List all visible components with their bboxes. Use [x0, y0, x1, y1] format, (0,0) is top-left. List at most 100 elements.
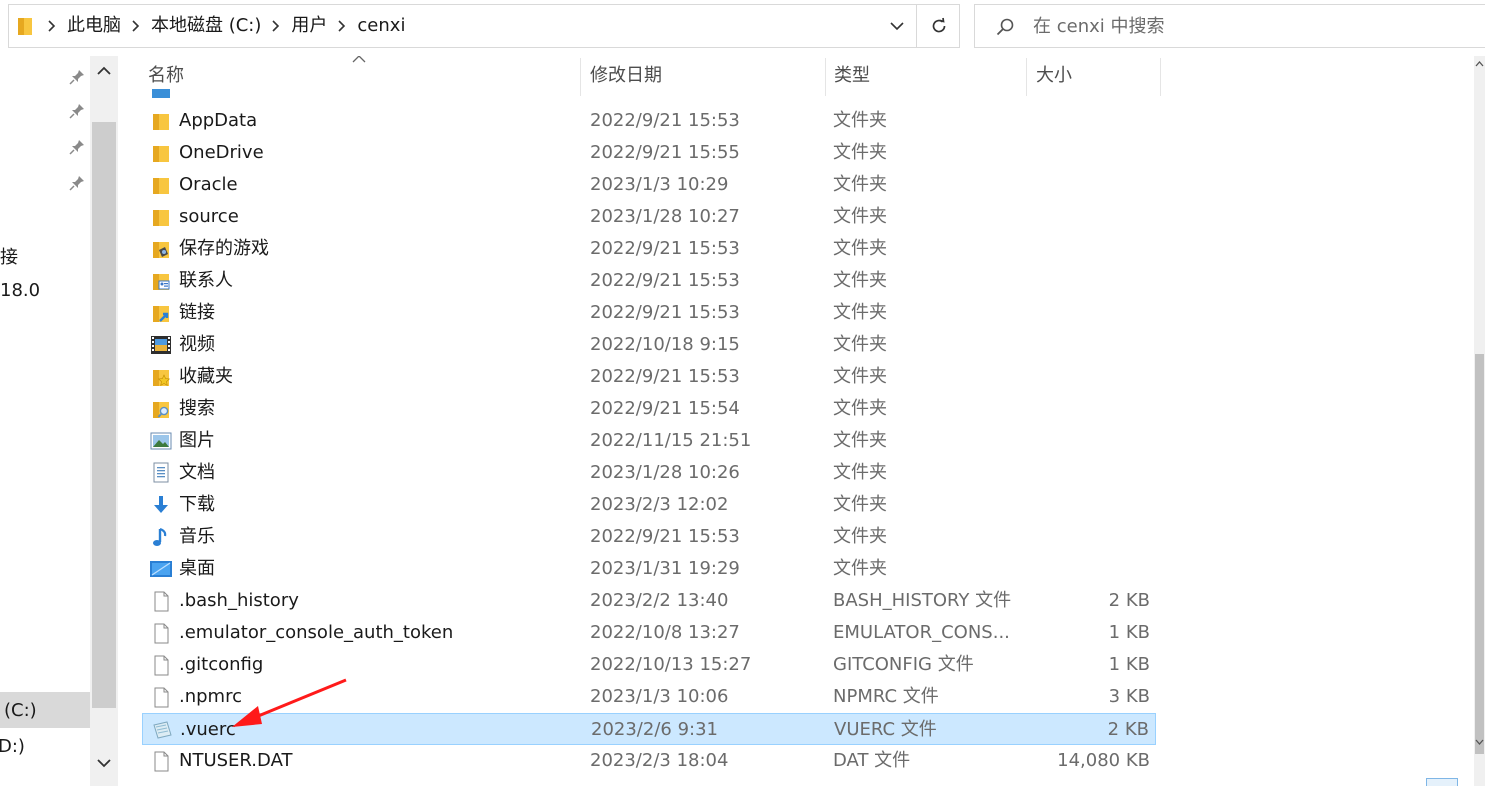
chevron-right-icon[interactable]: [265, 5, 287, 47]
nav-item-version[interactable]: 18.0: [0, 280, 40, 301]
file-date: 2023/1/31 19:29: [590, 558, 740, 579]
file-row[interactable]: .gitconfig 2022/10/13 15:27 GITCONFIG 文件 1 …: [142, 649, 1156, 681]
file-row[interactable]: .npmrc 2023/1/3 10:06 NPMRC 文件 3 KB: [142, 681, 1156, 713]
file-date: 2022/10/8 13:27: [590, 622, 740, 643]
nav-item-drive-c[interactable]: (C:): [4, 700, 37, 721]
file-size: 2 KB: [1108, 590, 1150, 611]
chevron-down-icon: [890, 22, 904, 31]
file-row[interactable]: source 2023/1/28 10:27 文件夹: [142, 201, 1156, 233]
file-list-scroll-thumb[interactable]: [1475, 354, 1484, 754]
file-date: 2022/9/21 15:53: [590, 238, 740, 259]
column-size[interactable]: 大小: [1016, 56, 1152, 96]
pin-icon[interactable]: [68, 68, 86, 86]
file-row[interactable]: 搜索 2022/9/21 15:54 文件夹: [142, 393, 1156, 425]
file-list: AppData 2022/9/21 15:53 文件夹 OneDrive 2022/9/…: [128, 56, 1474, 786]
file-row[interactable]: AppData 2022/9/21 15:53 文件夹: [142, 105, 1156, 137]
pictures-folder-icon: [150, 432, 172, 450]
file-date: 2023/2/2 13:40: [590, 590, 729, 611]
file-size: 3 KB: [1108, 686, 1150, 707]
file-date: 2022/9/21 15:54: [590, 398, 740, 419]
file-name: 下载: [179, 494, 215, 515]
file-date: 2022/9/21 15:53: [590, 302, 740, 323]
file-size: 1 KB: [1108, 654, 1150, 675]
file-row[interactable]: 图片 2022/11/15 21:51 文件夹: [142, 425, 1156, 457]
folder-icon: [153, 178, 169, 194]
pin-icon[interactable]: [68, 174, 86, 192]
chevron-up-icon: [97, 66, 111, 75]
file-row[interactable]: 音乐 2022/9/21 15:53 文件夹: [142, 521, 1156, 553]
file-type: 文件夹: [833, 302, 887, 323]
column-date[interactable]: 修改日期: [570, 56, 816, 96]
file-name: 视频: [179, 334, 215, 355]
file-type: 文件夹: [833, 334, 887, 355]
nav-scrollbar[interactable]: [90, 56, 118, 786]
file-name: 保存的游戏: [179, 238, 269, 259]
pin-icon[interactable]: [68, 138, 86, 156]
file-date: 2022/9/21 15:53: [590, 366, 740, 387]
file-row[interactable]: 桌面 2023/1/31 19:29 文件夹: [142, 553, 1156, 585]
address-bar[interactable]: 此电脑 本地磁盘 (C:) 用户 cenxi: [8, 4, 960, 48]
file-type: 文件夹: [833, 558, 887, 579]
file-row[interactable]: OneDrive 2022/9/21 15:55 文件夹: [142, 137, 1156, 169]
file-row[interactable]: 链接 2022/9/21 15:53 文件夹: [142, 297, 1156, 329]
folder-icon: [153, 210, 169, 226]
file-row[interactable]: NTUSER.DAT 2023/2/3 18:04 DAT 文件 14,080 KB: [142, 745, 1156, 777]
file-row[interactable]: 保存的游戏 2022/9/21 15:53 文件夹: [142, 233, 1156, 265]
file-row[interactable]: .vuerc 2023/2/6 9:31 VUERC 文件 2 KB: [142, 713, 1156, 745]
file-type: 文件夹: [833, 398, 887, 419]
search-box[interactable]: [974, 4, 1485, 48]
file-row[interactable]: 视频 2022/10/18 9:15 文件夹: [142, 329, 1156, 361]
refresh-icon: [932, 17, 945, 33]
pin-icon[interactable]: [68, 102, 86, 120]
view-toggle-button[interactable]: [1426, 778, 1458, 786]
file-name: Oracle: [179, 174, 238, 195]
file-row[interactable]: Oracle 2023/1/3 10:29 文件夹: [142, 169, 1156, 201]
column-divider[interactable]: [1160, 58, 1161, 96]
links-folder-icon: [153, 306, 169, 322]
nav-item-links[interactable]: 接: [0, 243, 18, 269]
refresh-button[interactable]: [916, 5, 960, 47]
file-type: EMULATOR_CONS...: [833, 622, 1010, 643]
file-type: 文件夹: [833, 430, 887, 451]
file-date: 2022/9/21 15:53: [590, 270, 740, 291]
file-row[interactable]: 文档 2023/1/28 10:26 文件夹: [142, 457, 1156, 489]
breadcrumb-this-pc[interactable]: 此电脑: [63, 5, 125, 47]
file-name: 搜索: [179, 398, 215, 419]
scroll-down-arrow-icon[interactable]: [1475, 738, 1484, 746]
breadcrumb-cenxi[interactable]: cenxi: [353, 5, 409, 47]
file-icon: [154, 655, 169, 676]
chevron-right-icon[interactable]: [41, 5, 63, 47]
file-date: 2023/1/28 10:26: [590, 462, 740, 483]
file-date: 2022/9/21 15:55: [590, 142, 740, 163]
breadcrumb-local-disk[interactable]: 本地磁盘 (C:): [147, 5, 265, 47]
file-name: OneDrive: [179, 142, 264, 163]
file-row[interactable]: .emulator_console_auth_token 2022/10/8 13…: [142, 617, 1156, 649]
breadcrumb-users[interactable]: 用户: [287, 5, 331, 47]
nav-scroll-thumb[interactable]: [92, 122, 116, 708]
scroll-down-button[interactable]: [90, 748, 118, 778]
column-type[interactable]: 类型: [814, 56, 1024, 96]
chevron-right-icon[interactable]: [331, 5, 353, 47]
chevron-right-icon[interactable]: [125, 5, 147, 47]
search-input[interactable]: [1033, 5, 1463, 47]
file-name: 联系人: [179, 270, 233, 291]
file-date: 2022/10/18 9:15: [590, 334, 740, 355]
file-name: .bash_history: [179, 590, 299, 611]
file-date: 2022/9/21 15:53: [590, 110, 740, 131]
scroll-up-button[interactable]: [90, 56, 118, 86]
nav-item-drive-d[interactable]: D:): [0, 736, 25, 757]
file-date: 2023/2/3 18:04: [590, 750, 729, 771]
file-name: .gitconfig: [179, 654, 264, 675]
file-row[interactable]: .bash_history 2023/2/2 13:40 BASH_HISTORY …: [142, 585, 1156, 617]
column-name[interactable]: 名称: [128, 56, 580, 96]
folder-icon: [18, 18, 32, 35]
file-name: 音乐: [179, 526, 215, 547]
navigation-pane: 接 18.0 (C:) D:): [0, 56, 118, 786]
file-row[interactable]: 收藏夹 2022/9/21 15:53 文件夹: [142, 361, 1156, 393]
file-row[interactable]: 联系人 2022/9/21 15:53 文件夹: [142, 265, 1156, 297]
file-row[interactable]: 下载 2023/2/3 12:02 文件夹: [142, 489, 1156, 521]
file-list-scrollbar[interactable]: [1474, 56, 1485, 786]
scroll-up-arrow-icon[interactable]: [1475, 60, 1484, 68]
column-header: 名称 修改日期 类型 大小: [128, 56, 1474, 96]
address-history-dropdown[interactable]: [877, 5, 917, 47]
